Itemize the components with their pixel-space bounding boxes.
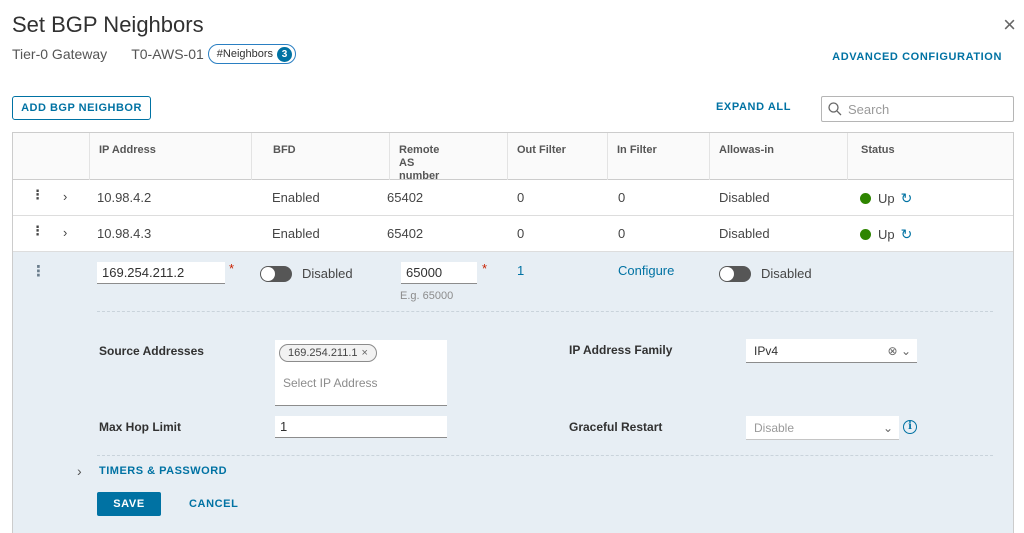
column-header-remote-as[interactable]: Remote AS number [389,133,507,182]
new-neighbor-edit-form: ⋮ * Disabled * E.g. 65000 1 Configure Di… [13,252,1013,533]
column-header-in-filter[interactable]: In Filter [607,133,709,180]
chevron-down-icon: ⌄ [882,421,893,435]
max-hop-limit-label: Max Hop Limit [99,420,182,434]
gateway-info: Tier-0 Gateway T0-AWS-01 #Neighbors 3 [12,44,297,64]
chevron-down-icon[interactable]: ⌄ [901,344,911,358]
ip-address-input[interactable] [97,262,225,284]
source-address-placeholder: Select IP Address [283,376,378,390]
bfd-toggle-label: Disabled [302,266,353,281]
graceful-restart-select[interactable]: Disable ⌄ [746,416,899,440]
cell-remote-as: 65402 [387,226,424,241]
cell-bfd: Enabled [272,190,320,205]
cell-out-filter: 0 [517,190,525,205]
search-input[interactable] [848,101,1008,117]
cell-status: Up ↻ [860,190,912,207]
chevron-right-icon[interactable]: › [77,463,82,479]
cell-remote-as: 65402 [387,190,424,205]
neighbors-pill-label: #Neighbors [216,48,274,60]
cell-ip-address: 10.98.4.2 [97,190,152,205]
close-icon[interactable]: × [1003,14,1016,36]
out-filter-link[interactable]: 1 [517,263,524,278]
chevron-right-icon[interactable]: › [63,189,67,204]
ip-address-family-value: IPv4 [754,344,779,358]
required-marker: * [229,261,235,276]
chevron-right-icon[interactable]: › [63,225,67,240]
column-header-status[interactable]: Status [847,133,1013,180]
column-header-allowas-in[interactable]: Allowas-in [709,133,847,180]
bfd-toggle[interactable] [260,266,292,282]
add-bgp-neighbor-button[interactable]: ADD BGP NEIGHBOR [12,96,151,120]
cell-out-filter: 0 [517,226,525,241]
required-marker: * [482,261,488,276]
neighbors-count-badge: 3 [277,46,293,62]
status-label: Up [878,227,895,242]
status-up-icon [860,193,871,204]
cell-in-filter: 0 [618,226,626,241]
source-addresses-label: Source Addresses [99,344,204,358]
dialog-title: Set BGP Neighbors [12,12,204,37]
column-header-ip-address[interactable]: IP Address [89,133,251,180]
cell-ip-address: 10.98.4.3 [97,226,152,241]
table-row[interactable]: ⋮ › 10.98.4.3 Enabled 65402 0 0 Disabled… [13,216,1013,252]
ip-address-family-select[interactable]: IPv4 ⊗ ⌄ [746,339,917,363]
table-row[interactable]: ⋮ › 10.98.4.2 Enabled 65402 0 0 Disabled… [13,180,1013,216]
neighbors-count-pill[interactable]: #Neighbors 3 [207,44,297,64]
allowas-in-toggle-label: Disabled [761,266,812,281]
cell-status: Up ↻ [860,226,912,243]
grid-header: IP Address BFD Remote AS number Out Filt… [13,133,1013,182]
expand-all-link[interactable]: EXPAND ALL [716,101,791,113]
source-address-chip[interactable]: 169.254.211.1 × [279,344,377,362]
remote-as-hint: E.g. 65000 [400,290,454,302]
bgp-neighbors-grid: IP Address BFD Remote AS number Out Filt… [12,132,1014,533]
refresh-icon[interactable]: ↻ [901,190,913,206]
cell-allowas-in: Disabled [719,190,770,205]
allowas-in-toggle[interactable] [719,266,751,282]
search-icon [828,102,842,116]
in-filter-configure-link[interactable]: Configure [618,263,674,278]
refresh-icon[interactable]: ↻ [901,226,913,242]
status-up-icon [860,229,871,240]
remove-chip-icon[interactable]: × [362,347,368,359]
advanced-configuration-link[interactable]: ADVANCED CONFIGURATION [832,51,1002,63]
cancel-button[interactable]: CANCEL [189,498,238,510]
status-label: Up [878,191,895,206]
cell-allowas-in: Disabled [719,226,770,241]
search-box [821,96,1014,122]
remote-as-input[interactable] [401,262,477,284]
save-button[interactable]: SAVE [97,492,161,516]
timers-password-expander[interactable]: TIMERS & PASSWORD [99,465,227,477]
row-actions-icon[interactable]: ⋮ [31,187,44,203]
source-addresses-select[interactable]: 169.254.211.1 × Select IP Address [275,340,447,406]
column-header-bfd[interactable]: BFD [251,133,389,180]
divider [97,311,993,312]
info-icon[interactable]: i [903,420,917,434]
clear-icon[interactable]: ⊗ [888,344,898,358]
graceful-restart-label: Graceful Restart [569,420,663,434]
ip-address-family-label: IP Address Family [569,343,673,357]
clear-and-chevron-icons: ⊗ ⌄ [888,339,911,363]
divider [97,455,993,456]
chip-label: 169.254.211.1 [288,347,358,359]
graceful-restart-value: Disable [754,421,795,435]
cell-in-filter: 0 [618,190,626,205]
gateway-name: T0-AWS-01 [131,46,204,62]
gateway-type: Tier-0 Gateway [12,46,108,62]
column-header-out-filter[interactable]: Out Filter [507,133,607,180]
row-actions-icon[interactable]: ⋮ [31,223,44,239]
row-actions-icon[interactable]: ⋮ [31,262,46,280]
max-hop-limit-input[interactable] [275,416,447,438]
cell-bfd: Enabled [272,226,320,241]
